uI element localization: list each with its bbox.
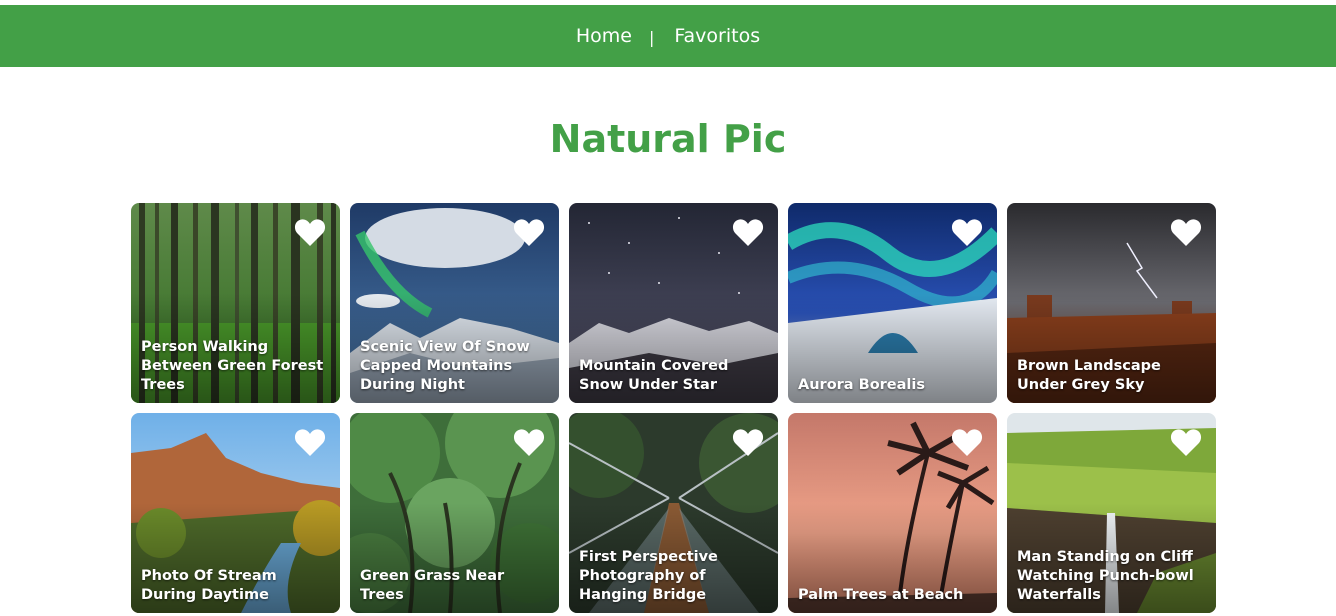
heart-icon[interactable] xyxy=(513,427,545,457)
page-title: Natural Pic xyxy=(549,117,787,161)
photo-caption: Green Grass Near Trees xyxy=(360,568,505,603)
photo-card: Palm Trees at Beach xyxy=(788,413,997,613)
photo-card: Green Grass Near Trees xyxy=(350,413,559,613)
photo-caption: Man Standing on Cliff Watching Punch-bow… xyxy=(1017,549,1194,603)
photo-gallery: Person Walking Between Green Forest Tree… xyxy=(131,203,1216,613)
photo-caption: Brown Landscape Under Grey Sky xyxy=(1017,358,1161,393)
photo-card: Person Walking Between Green Forest Tree… xyxy=(131,203,340,403)
photo-card: Man Standing on Cliff Watching Punch-bow… xyxy=(1007,413,1216,613)
heart-icon[interactable] xyxy=(294,427,326,457)
photo-caption: Palm Trees at Beach xyxy=(798,587,964,603)
photo-card: Aurora Borealis xyxy=(788,203,997,403)
heart-icon[interactable] xyxy=(294,217,326,247)
heart-icon[interactable] xyxy=(732,217,764,247)
photo-caption: Mountain Covered Snow Under Star xyxy=(579,358,729,393)
photo-caption: Photo Of Stream During Daytime xyxy=(141,568,277,603)
photo-card: Scenic View Of Snow Capped Mountains Dur… xyxy=(350,203,559,403)
photo-card: First Perspective Photography of Hanging… xyxy=(569,413,778,613)
photo-card: Brown Landscape Under Grey Sky xyxy=(1007,203,1216,403)
nav-home-link[interactable]: Home xyxy=(576,25,632,47)
heart-icon[interactable] xyxy=(1170,217,1202,247)
photo-card: Mountain Covered Snow Under Star xyxy=(569,203,778,403)
heart-icon[interactable] xyxy=(1170,427,1202,457)
heart-icon[interactable] xyxy=(951,217,983,247)
navbar: Home | Favoritos xyxy=(0,5,1336,67)
photo-caption: Scenic View Of Snow Capped Mountains Dur… xyxy=(360,339,530,393)
heart-icon[interactable] xyxy=(732,427,764,457)
photo-caption: Aurora Borealis xyxy=(798,377,925,393)
heart-icon[interactable] xyxy=(513,217,545,247)
photo-caption: Person Walking Between Green Forest Tree… xyxy=(141,339,324,393)
photo-caption: First Perspective Photography of Hanging… xyxy=(579,549,718,603)
photo-card: Photo Of Stream During Daytime xyxy=(131,413,340,613)
nav-favorites-link[interactable]: Favoritos xyxy=(674,25,760,47)
heart-icon[interactable] xyxy=(951,427,983,457)
nav-separator: | xyxy=(648,27,655,47)
